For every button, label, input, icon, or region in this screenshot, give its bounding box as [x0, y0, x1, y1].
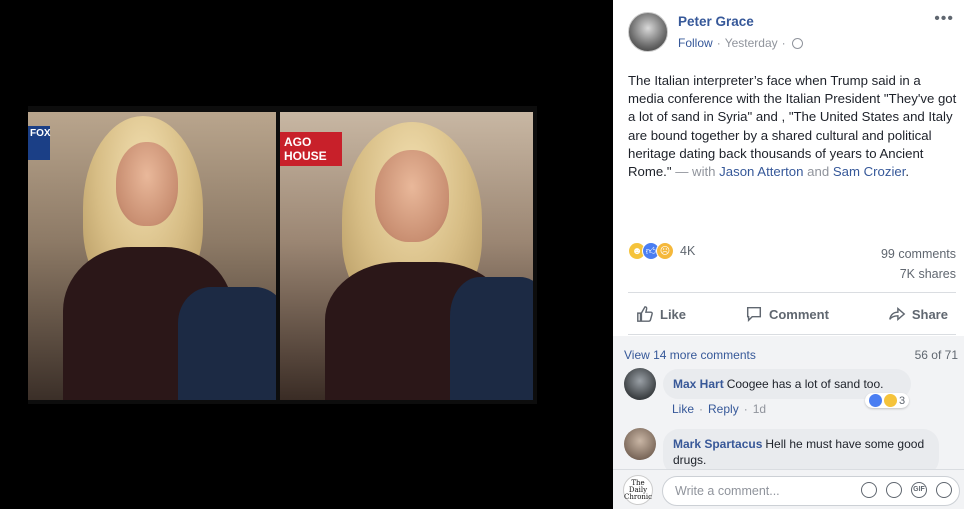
post-timestamp[interactable]: Yesterday [725, 36, 778, 50]
face-shape [375, 150, 449, 242]
photo-viewer: FOX AGO HOUSE [0, 0, 613, 509]
author-name[interactable]: Peter Grace [678, 14, 754, 29]
comment-separator: · [743, 402, 748, 416]
post-photo[interactable]: FOX AGO HOUSE [28, 106, 537, 404]
divider [628, 334, 956, 335]
reaction-count: 4K [680, 244, 696, 258]
comments-count[interactable]: 99 comments [881, 244, 956, 264]
like-button[interactable]: Like [628, 305, 694, 323]
globe-icon [791, 37, 803, 49]
meta-separator: · [781, 36, 786, 50]
and-label: and [803, 164, 833, 180]
comment-reactions[interactable]: 3 [865, 393, 910, 408]
sticker-icon[interactable] [936, 482, 952, 498]
more-options-icon[interactable]: ••• [934, 10, 954, 28]
post-sidebar: Peter Grace Follow · Yesterday · ••• The… [613, 0, 964, 509]
with-label: — with [671, 164, 720, 180]
comment-separator: · [699, 402, 704, 416]
comment-label: Comment [768, 306, 829, 322]
comment-position: 56 of 71 [914, 348, 958, 362]
share-button[interactable]: Share [880, 305, 956, 323]
news-chyron: AGO HOUSE [280, 132, 342, 166]
like-reaction-icon [869, 394, 882, 407]
chyron-line-1: AGO [284, 135, 312, 149]
share-label: Share [911, 306, 948, 322]
author-avatar[interactable] [628, 12, 668, 52]
comment-like-link[interactable]: Like [672, 402, 694, 416]
comment-time[interactable]: 1d [753, 402, 766, 416]
view-more-comments-link[interactable]: View 14 more comments [624, 348, 756, 362]
network-logo: FOX [28, 126, 51, 160]
commenter-name[interactable]: Max Hart [673, 377, 724, 391]
post-end: . [905, 164, 910, 180]
comment-icon [746, 306, 761, 323]
comment-actions: Like · Reply · 1d [672, 402, 766, 416]
comment-reply-link[interactable]: Reply [708, 402, 739, 416]
tag-link[interactable]: Jason Atterton [719, 164, 803, 179]
meta-separator: · [716, 36, 721, 50]
commenter-avatar[interactable] [624, 428, 656, 460]
composer-icons: GIF [861, 482, 952, 498]
comment-reaction-count: 3 [899, 394, 906, 407]
tag-link[interactable]: Sam Crozier [833, 164, 906, 179]
haha-reaction-icon [884, 394, 897, 407]
post-meta: Follow · Yesterday · [678, 36, 803, 50]
photo-panel-left: FOX [28, 112, 276, 400]
commenter-avatar[interactable] [624, 368, 656, 400]
photo-panel-right: AGO HOUSE [280, 112, 533, 400]
thumbs-up-icon [637, 306, 653, 322]
share-icon [888, 307, 906, 321]
commenter-name[interactable]: Mark Spartacus [673, 437, 762, 451]
reaction-summary[interactable]: ☻ 👍︎ ☹ 4K [628, 242, 695, 260]
suit-shape [178, 287, 276, 400]
post-actions: Like Comment Share [628, 296, 956, 332]
page-avatar[interactable]: The Daily Chronic [623, 475, 653, 505]
wow-reaction-icon: ☹ [656, 242, 674, 260]
follow-link[interactable]: Follow [678, 36, 713, 50]
suit-shape [450, 277, 533, 400]
gif-icon[interactable]: GIF [911, 482, 927, 498]
post-text: The Italian interpreter’s face when Trum… [628, 72, 958, 181]
engagement-stats: 99 comments 7K shares [881, 244, 956, 284]
emoji-icon[interactable] [861, 482, 877, 498]
camera-icon[interactable] [886, 482, 902, 498]
chyron-line-2: HOUSE [284, 149, 327, 163]
face-shape [116, 142, 178, 226]
shares-count[interactable]: 7K shares [881, 264, 956, 284]
comment-text: Coogee has a lot of sand too. [726, 377, 884, 391]
like-label: Like [660, 306, 687, 322]
divider [628, 292, 956, 293]
comment-button[interactable]: Comment [737, 305, 837, 323]
